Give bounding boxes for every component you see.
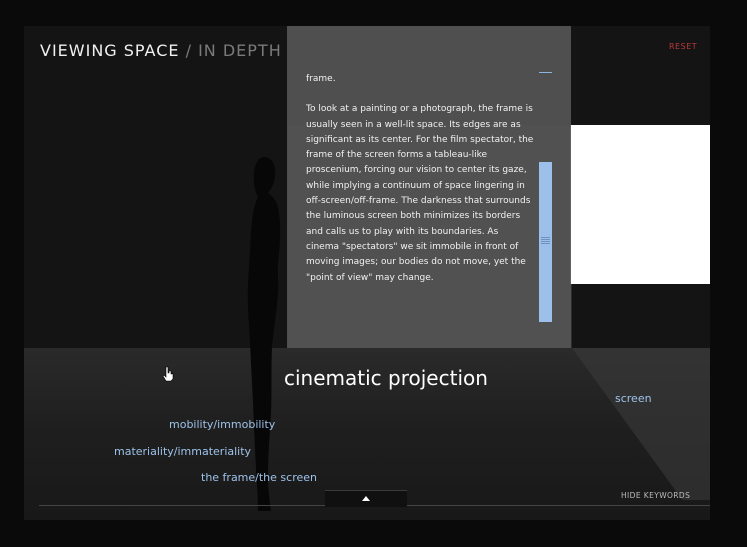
drawer-toggle-button[interactable] bbox=[325, 490, 407, 507]
minus-icon[interactable] bbox=[539, 72, 552, 73]
reset-button[interactable]: RESET bbox=[669, 42, 697, 51]
scroll-grip-icon[interactable] bbox=[541, 237, 550, 244]
viewing-space-stage: VIEWING SPACE / IN DEPTH RESET frame. To… bbox=[24, 26, 710, 520]
projection-screen bbox=[570, 125, 710, 284]
triangle-up-icon bbox=[362, 496, 370, 501]
hide-keywords-button[interactable]: HIDE KEYWORDS bbox=[621, 491, 690, 500]
keyword-mobility[interactable]: mobility/immobility bbox=[169, 418, 275, 431]
hand-cursor-icon bbox=[162, 366, 174, 382]
panel-paragraph: frame. bbox=[306, 74, 336, 84]
keyword-materiality[interactable]: materiality/immateriality bbox=[114, 445, 251, 458]
keyword-frame[interactable]: the frame/the screen bbox=[201, 471, 317, 484]
panel-paragraph: To look at a painting or a photograph, t… bbox=[306, 104, 534, 283]
title-main: VIEWING SPACE bbox=[40, 41, 180, 60]
keyword-headline[interactable]: cinematic projection bbox=[284, 366, 488, 390]
title-subtitle: IN DEPTH bbox=[198, 41, 282, 60]
keyword-screen[interactable]: screen bbox=[615, 392, 652, 405]
title-separator: / bbox=[185, 41, 192, 60]
bottom-bar bbox=[0, 520, 747, 547]
page-title: VIEWING SPACE / IN DEPTH bbox=[40, 41, 282, 60]
panel-text: frame. To look at a painting or a photog… bbox=[306, 72, 534, 301]
